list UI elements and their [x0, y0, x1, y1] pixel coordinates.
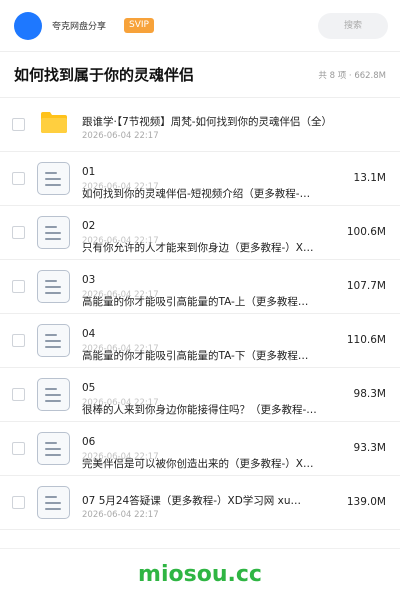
avatar[interactable]	[14, 11, 42, 40]
item-index: 04	[82, 328, 96, 340]
item-size: 98.3M	[353, 388, 386, 400]
document-icon	[37, 270, 70, 303]
item-size: 93.3M	[353, 442, 386, 454]
item-name: 高能量的你才能吸引高能量的TA-上（更多教程…	[82, 296, 309, 308]
row-checkbox[interactable]	[12, 280, 25, 293]
item-index: 02	[82, 220, 96, 232]
header: 夸克网盘分享 SVIP	[0, 0, 400, 52]
item-size: 100.6M	[346, 226, 386, 238]
list-item[interactable]: 01 2026-06-04 22:17 如何找到你的灵魂伴侣-短视频介绍（更多教…	[0, 152, 400, 206]
list-item[interactable]: 02 2026-06-04 22:17 只有你允许的人才能来到你身边（更多教程-…	[0, 206, 400, 260]
item-date: 2026-06-04 22:17	[82, 131, 159, 141]
document-icon	[37, 216, 70, 249]
list-item[interactable]: 跟谁学·【7节视频】周梵-如何找到你的灵魂伴侣（全） 2026-06-04 22…	[0, 98, 400, 152]
item-size: 107.7M	[346, 280, 386, 292]
item-size: 13.1M	[353, 172, 386, 184]
row-checkbox[interactable]	[12, 496, 25, 509]
list-item[interactable]: 06 2026-06-04 22:17 完美伴侣是可以被你创造出来的（更多教程-…	[0, 422, 400, 476]
row-checkbox[interactable]	[12, 226, 25, 239]
row-checkbox[interactable]	[12, 172, 25, 185]
item-size: 110.6M	[346, 334, 386, 346]
share-page: 夸克网盘分享 SVIP 如何找到属于你的灵魂伴侣 共 8 项 · 662.8M …	[0, 0, 400, 600]
row-checkbox[interactable]	[12, 388, 25, 401]
file-list: 跟谁学·【7节视频】周梵-如何找到你的灵魂伴侣（全） 2026-06-04 22…	[0, 98, 400, 530]
document-icon	[37, 432, 70, 465]
document-icon	[37, 162, 70, 195]
svip-badge: SVIP	[124, 18, 154, 33]
search-input[interactable]	[318, 12, 388, 39]
item-index: 01	[82, 166, 96, 178]
row-checkbox[interactable]	[12, 118, 25, 131]
item-name: 如何找到你的灵魂伴侣-短视频介绍（更多教程-…	[82, 188, 311, 200]
list-item[interactable]: 05 2026-06-04 22:17 很棒的人来到你身边你能接得住吗？（更多教…	[0, 368, 400, 422]
item-name: 高能量的你才能吸引高能量的TA-下（更多教程…	[82, 350, 309, 362]
list-item[interactable]: 07 5月24答疑课（更多教程-）XD学习网 xu… 2026-06-04 22…	[0, 476, 400, 530]
item-name: 只有你允许的人才能来到你身边（更多教程-）X…	[82, 242, 314, 254]
list-item[interactable]: 04 2026-06-04 22:17 高能量的你才能吸引高能量的TA-下（更多…	[0, 314, 400, 368]
row-checkbox[interactable]	[12, 442, 25, 455]
item-index: 03	[82, 274, 96, 286]
site-name: 夸克网盘分享	[52, 22, 107, 32]
list-item[interactable]: 03 2026-06-04 22:17 高能量的你才能吸引高能量的TA-上（更多…	[0, 260, 400, 314]
item-summary: 共 8 项 · 662.8M	[318, 70, 386, 81]
document-icon	[37, 378, 70, 411]
document-icon	[37, 324, 70, 357]
folder-icon	[41, 112, 67, 133]
item-index: 05	[82, 382, 96, 394]
brand-watermark[interactable]: miosou.cc	[138, 562, 262, 587]
folder-title-row: 如何找到属于你的灵魂伴侣 共 8 项 · 662.8M	[0, 52, 400, 98]
item-date: 2026-06-04 22:17	[82, 510, 159, 520]
footer: miosou.cc	[0, 548, 400, 600]
item-name: 完美伴侣是可以被你创造出来的（更多教程-）X…	[82, 458, 314, 470]
item-name: 跟谁学·【7节视频】周梵-如何找到你的灵魂伴侣（全）	[82, 116, 333, 128]
document-icon	[37, 486, 70, 519]
item-size: 139.0M	[346, 496, 386, 508]
item-name: 07 5月24答疑课（更多教程-）XD学习网 xu…	[82, 495, 302, 507]
item-index: 06	[82, 436, 96, 448]
page-title: 如何找到属于你的灵魂伴侣	[14, 66, 195, 84]
row-checkbox[interactable]	[12, 334, 25, 347]
item-name: 很棒的人来到你身边你能接得住吗？（更多教程-…	[82, 404, 317, 416]
